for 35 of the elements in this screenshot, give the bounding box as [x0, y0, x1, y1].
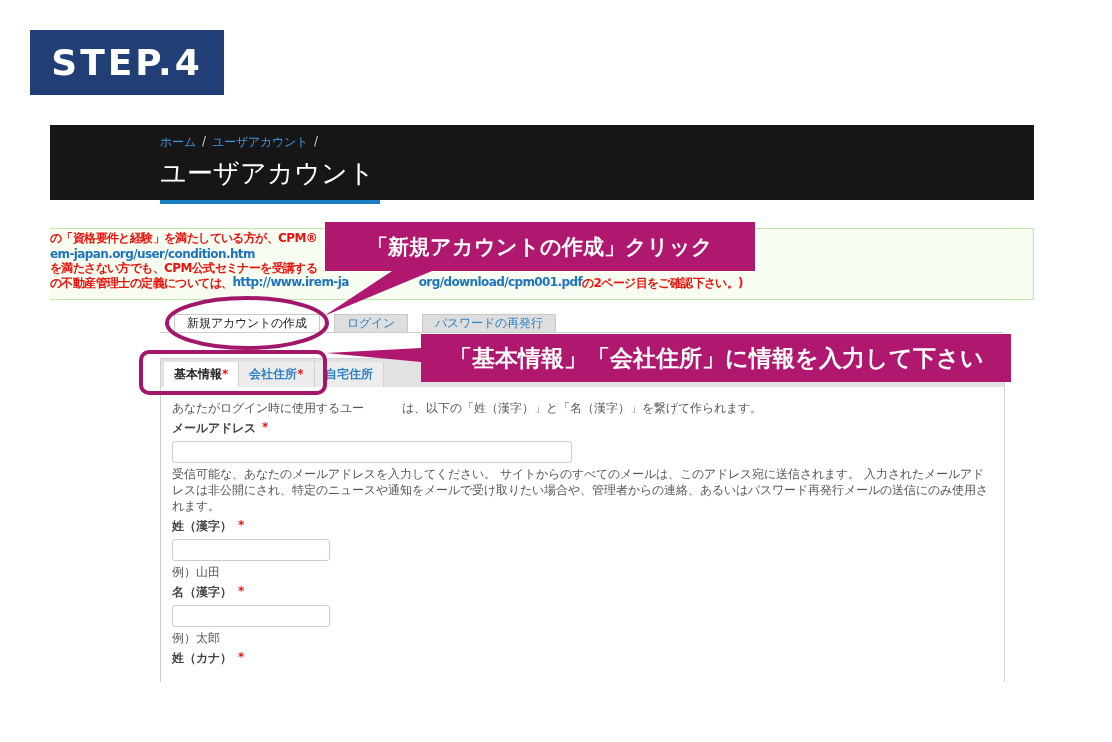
notice-text: を満たさない方でも、CPM公式セミナーを受講する: [50, 260, 318, 276]
help-text: は、以下の「姓（漢字）」と「名（漢字）」を繋げて作られます。: [402, 400, 762, 416]
help-text: 受信可能な、あなたのメールアドレスを入力してください。 サイトからのすべてのメールは、このアドレス宛に送信されます。 入力されたメールアドレスは非公開にされ、特定のニュースや通知をメールで受け取りたい場合や、管理者からの連絡、あるいはパスワード再発行メールの送信にのみ使用されます。: [172, 466, 989, 514]
input-field[interactable]: [172, 539, 330, 561]
notice-link[interactable]: em-japan.org/user/condition.htm: [50, 246, 255, 261]
field-label: 名（漢字）: [172, 584, 232, 601]
form-tab[interactable]: 会社住所*: [239, 362, 315, 387]
field-label: 姓（漢字）: [172, 518, 232, 535]
form-tab[interactable]: 基本情報*: [164, 362, 240, 387]
step-badge: STEP.4: [30, 30, 224, 95]
required-mark: *: [262, 420, 269, 436]
required-mark: *: [238, 584, 245, 600]
notice-text: の不動産管理士の定義については、: [50, 275, 233, 292]
account-tab[interactable]: ログイン: [334, 314, 408, 332]
field-label: メールアドレス: [172, 420, 256, 437]
required-mark: *: [238, 518, 245, 534]
breadcrumb-link[interactable]: ホーム: [160, 134, 196, 151]
notice-link[interactable]: http://www.irem-ja: [232, 275, 349, 292]
breadcrumb-separator: /: [202, 134, 207, 150]
page-title: ユーザアカウント: [160, 157, 376, 190]
account-tab[interactable]: 新規アカウントの作成: [174, 314, 320, 332]
notice-link[interactable]: org/download/cpm001.pdf: [418, 275, 583, 292]
input-field[interactable]: [172, 441, 572, 463]
field-label: 姓（カナ）: [172, 650, 232, 667]
input-field[interactable]: [172, 605, 330, 627]
notice-text: の「資格要件と経験」を満たしている方が、CPM®: [50, 230, 318, 247]
help-text: 例）太郎: [172, 630, 221, 646]
notice-text: の2ページ目をご確認下さい。): [582, 275, 743, 292]
help-text: あなたがログイン時に使用するユー: [172, 400, 364, 416]
help-text: 例）山田: [172, 564, 221, 580]
required-mark: *: [238, 650, 245, 666]
breadcrumb-separator: /: [314, 134, 319, 150]
callout-label: 「基本情報」「会社住所」に情報を入力して下さい: [421, 334, 1011, 382]
account-tab[interactable]: パスワードの再発行: [422, 314, 556, 332]
breadcrumb-link[interactable]: ユーザアカウント: [212, 134, 309, 151]
